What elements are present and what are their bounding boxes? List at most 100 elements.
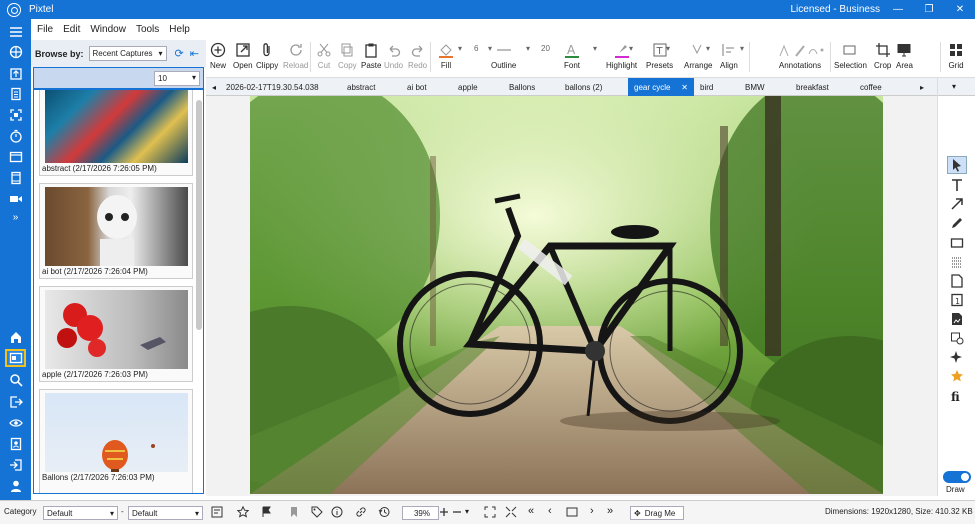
- open-button[interactable]: Open: [233, 42, 253, 76]
- category-select[interactable]: Default ▾: [43, 506, 118, 520]
- chevron-down-icon[interactable]: ▾: [706, 44, 710, 53]
- pointer-select-icon[interactable]: [947, 156, 967, 174]
- slideshow-icon[interactable]: [565, 505, 579, 519]
- tag-icon[interactable]: [310, 505, 324, 519]
- font-size-value[interactable]: 20: [541, 44, 550, 53]
- bicycle-photo[interactable]: [250, 96, 883, 494]
- editor-canvas[interactable]: [206, 96, 937, 496]
- copy-button[interactable]: Copy: [338, 42, 357, 76]
- area-button[interactable]: Area: [896, 42, 913, 76]
- zoom-level[interactable]: 39%: [402, 506, 439, 520]
- grid-button[interactable]: Grid: [948, 42, 964, 76]
- capture-target-icon[interactable]: [5, 43, 26, 61]
- last-image-icon[interactable]: »: [607, 505, 613, 517]
- tab-bird[interactable]: bird: [700, 78, 713, 96]
- star-favorite-icon[interactable]: [947, 367, 967, 385]
- export-icon[interactable]: [5, 393, 26, 411]
- image-stamp-icon[interactable]: [947, 310, 967, 328]
- special-characters-icon[interactable]: fi: [947, 387, 967, 405]
- history-icon[interactable]: [377, 505, 391, 519]
- pen-tool-icon[interactable]: [947, 214, 967, 232]
- collapse-panel-icon[interactable]: ⇤: [190, 47, 199, 60]
- cut-button[interactable]: Cut: [316, 42, 332, 76]
- browser-view-icon[interactable]: [5, 349, 26, 367]
- sign-in-icon[interactable]: [5, 456, 26, 474]
- document-icon[interactable]: [5, 85, 26, 103]
- edit-details-icon[interactable]: [210, 505, 224, 519]
- video-capture-icon[interactable]: [5, 190, 26, 208]
- outline-width-value[interactable]: 6: [474, 44, 478, 53]
- zoom-out-icon[interactable]: [450, 505, 464, 519]
- menu-tools[interactable]: Tools: [136, 24, 159, 35]
- chevron-down-icon[interactable]: ▾: [458, 44, 462, 53]
- tab-bmw[interactable]: BMW: [745, 78, 765, 96]
- eye-share-icon[interactable]: [5, 414, 26, 432]
- browse-by-select[interactable]: Recent Captures ▾: [88, 46, 167, 61]
- tab-ballons[interactable]: Ballons: [509, 78, 535, 96]
- window-capture-icon[interactable]: [5, 148, 26, 166]
- thumbnail-item[interactable]: abstract (2/17/2026 7:26:05 PM): [39, 90, 193, 176]
- fill-button[interactable]: Fill: [438, 42, 454, 76]
- region-capture-icon[interactable]: [5, 106, 26, 124]
- tab-overflow-chevron-icon[interactable]: ▾: [938, 78, 975, 96]
- subcategory-select[interactable]: Default ▾: [128, 506, 203, 520]
- outline-button[interactable]: Outline: [491, 42, 516, 76]
- chevron-down-icon[interactable]: ▾: [526, 44, 530, 53]
- link-icon[interactable]: [354, 505, 368, 519]
- tab-coffee[interactable]: coffee: [860, 78, 882, 96]
- bookmark-icon[interactable]: [287, 505, 301, 519]
- tab-gear-cycle[interactable]: gear cycle ✕: [628, 78, 694, 96]
- menu-window[interactable]: Window: [90, 24, 126, 35]
- tabs-scroll-left-icon[interactable]: ◂: [212, 78, 216, 96]
- text-tool-icon[interactable]: [947, 176, 967, 194]
- contacts-icon[interactable]: [5, 435, 26, 453]
- note-tool-icon[interactable]: [947, 272, 967, 290]
- tab-abstract[interactable]: abstract: [347, 78, 375, 96]
- close-tab-icon[interactable]: ✕: [681, 83, 688, 92]
- tab-ai-bot[interactable]: ai bot: [407, 78, 427, 96]
- magic-sparkle-icon[interactable]: [947, 348, 967, 366]
- chevron-down-icon[interactable]: ▾: [593, 44, 597, 53]
- chevron-down-icon[interactable]: ▾: [629, 44, 633, 53]
- user-icon[interactable]: [5, 477, 26, 495]
- screenshot-insert-icon[interactable]: [947, 329, 967, 347]
- redo-button[interactable]: Redo: [408, 42, 427, 76]
- capture-upload-icon[interactable]: [5, 64, 26, 82]
- fit-to-window-icon[interactable]: [483, 505, 497, 519]
- menu-edit[interactable]: Edit: [63, 24, 80, 35]
- info-icon[interactable]: [330, 505, 344, 519]
- chevron-down-icon[interactable]: ▾: [740, 44, 744, 53]
- annotations-button[interactable]: Annotations: [768, 42, 832, 76]
- blur-tool-icon[interactable]: [947, 253, 967, 271]
- tab-ballons-2[interactable]: ballons (2): [565, 78, 602, 96]
- timer-icon[interactable]: [5, 127, 26, 145]
- expand-chevron-icon[interactable]: »: [5, 208, 26, 226]
- new-button[interactable]: New: [210, 42, 226, 76]
- minimize-button[interactable]: —: [883, 0, 913, 19]
- zoom-chevron-down-icon[interactable]: ▾: [465, 507, 469, 516]
- font-button[interactable]: A Font: [564, 42, 580, 76]
- next-image-icon[interactable]: ›: [590, 505, 594, 517]
- count-select[interactable]: 10 ▾: [154, 71, 200, 86]
- flag-icon[interactable]: [260, 505, 274, 519]
- menu-file[interactable]: File: [37, 24, 53, 35]
- star-rating-icon[interactable]: [236, 505, 250, 519]
- thumbnail-item[interactable]: Ballons (2/17/2026 7:26:03 PM): [39, 389, 193, 493]
- menu-help[interactable]: Help: [169, 24, 190, 35]
- tab-timestamp[interactable]: 2026-02-17T19.30.54.038: [226, 78, 319, 96]
- restore-button[interactable]: ❐: [914, 0, 944, 19]
- chevron-down-icon[interactable]: ▾: [666, 44, 670, 53]
- clippy-button[interactable]: Clippy: [256, 42, 278, 76]
- thumbnail-item[interactable]: apple (2/17/2026 7:26:03 PM): [39, 286, 193, 382]
- home-icon[interactable]: [5, 328, 26, 346]
- crop-button[interactable]: Crop: [874, 42, 891, 76]
- selection-button[interactable]: Selection: [834, 42, 867, 76]
- align-button[interactable]: Align: [720, 42, 738, 76]
- tab-apple[interactable]: apple: [458, 78, 478, 96]
- undo-button[interactable]: Undo: [384, 42, 403, 76]
- zoom-in-icon[interactable]: [437, 505, 451, 519]
- close-button[interactable]: ✕: [945, 0, 975, 19]
- search-icon[interactable]: [5, 371, 26, 389]
- rectangle-tool-icon[interactable]: [947, 234, 967, 252]
- reload-button[interactable]: Reload: [283, 42, 308, 76]
